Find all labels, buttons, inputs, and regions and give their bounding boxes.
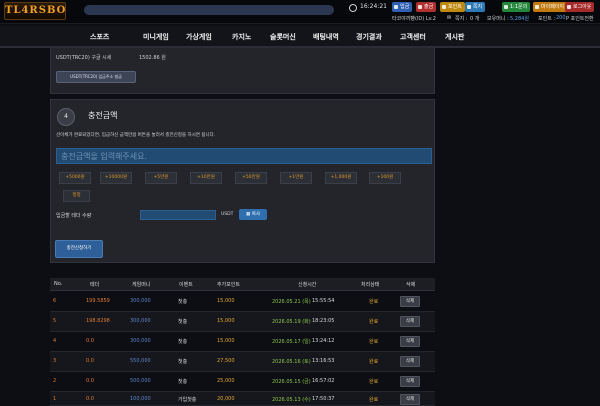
mypage-button[interactable]: 마이페이지: [533, 2, 568, 12]
col-tether: 테더: [90, 282, 100, 288]
col-no: No.: [54, 281, 63, 287]
amount-button-10000[interactable]: +10000원: [100, 172, 132, 184]
charge-title: 충전금액: [88, 111, 118, 120]
col-time: 신청시간: [298, 282, 317, 288]
delete-button[interactable]: 삭제: [400, 316, 420, 327]
nav-support[interactable]: 고객센터: [400, 32, 426, 42]
amount-button-500000[interactable]: +50만원: [235, 172, 267, 184]
envelope-icon: ✉: [447, 15, 452, 21]
amount-button-5000[interactable]: +5000원: [59, 172, 91, 184]
nav-results[interactable]: 경기결과: [356, 32, 382, 42]
balance-label: 보유머니 :: [487, 16, 509, 22]
table-row: 5 198.8298 300,000 첫충 15,000 2026.05.19 …: [50, 312, 435, 332]
inquiry-icon: [504, 5, 508, 9]
col-bonus: 추가포인트: [217, 282, 241, 288]
balance-value: 5,284원: [510, 16, 529, 22]
amount-button-100000[interactable]: +10만원: [190, 172, 222, 184]
nav-bet-history[interactable]: 배팅내역: [313, 32, 339, 42]
memo-label: 쪽지 :: [455, 16, 468, 22]
usdt-rate-panel: USDT(TRC20) 구글 시세 1502.86 원 USDT(TRC20) …: [50, 48, 435, 94]
table-row: 2 0.0 500,000 첫충 25,000 2026.05.15 (금) 1…: [50, 372, 435, 392]
logout-icon: [567, 5, 571, 9]
withdraw-icon: [418, 5, 422, 9]
delete-button[interactable]: 삭제: [400, 336, 420, 347]
site-logo[interactable]: TL4RSBO: [4, 2, 66, 20]
amount-reset-button[interactable]: 정정: [63, 190, 90, 202]
issue-address-button[interactable]: USDT(TRC20) 입금주소 발급: [56, 71, 136, 83]
amount-button-50000[interactable]: +5만원: [145, 172, 177, 184]
user-name: 타코야끼빵(ID) Lv.2: [392, 16, 436, 22]
point-label: 포인트 :: [538, 16, 556, 22]
clock-icon: [349, 4, 357, 12]
clock-time: 16:24:21: [360, 3, 387, 10]
usdt-unit-label: USDT: [221, 212, 234, 217]
delete-button[interactable]: 삭제: [400, 356, 420, 367]
point-convert-link[interactable]: P 포인트전환: [566, 15, 594, 22]
col-status: 처리상태: [361, 282, 380, 288]
amount-button-1000[interactable]: +1,000원: [325, 172, 357, 184]
memo-icon: [467, 5, 471, 9]
memo-count[interactable]: 0 개: [470, 15, 479, 22]
inquiry-button[interactable]: 1:1문의: [502, 2, 531, 12]
point-button[interactable]: 포인트: [440, 2, 465, 12]
nav-virtual[interactable]: 가상게임: [186, 32, 212, 42]
point-value: 200: [556, 15, 566, 21]
usdt-rate-value: 1502.86 원: [139, 55, 166, 61]
main-nav: 스포츠 미니게임 가상게임 카지노 슬롯머신 배팅내역 경기결과 고객센터 게시…: [0, 26, 600, 48]
usdt-rate-label: USDT(TRC20) 구글 시세: [56, 55, 112, 61]
table-row: 6 199.5859 300,000 첫충 15,000 2026.05.21 …: [50, 292, 435, 312]
delete-button[interactable]: 삭제: [400, 394, 420, 405]
logout-button[interactable]: 로그아웃: [565, 2, 595, 12]
point-icon: [442, 5, 446, 9]
col-delete: 삭제: [406, 282, 416, 288]
col-event: 이벤트: [179, 282, 193, 288]
copy-button[interactable]: ▦ 복사: [239, 209, 267, 220]
col-money: 게임머니: [132, 282, 151, 288]
memo-button[interactable]: 쪽지: [465, 2, 486, 12]
charge-panel: 4 충전금액 선이체가 완료되었다면, 입금하신 금액만큼 버튼을 눌러서 충전…: [50, 99, 435, 263]
table-row: 3 0.0 550,000 첫충 27,500 2026.05.16 (토) 1…: [50, 352, 435, 372]
table-row: 1 0.0 100,000 가입첫충 20,000 2026.05.13 (수)…: [50, 392, 435, 406]
nav-board[interactable]: 게시판: [445, 32, 464, 42]
tether-amount-input[interactable]: [140, 210, 216, 220]
table-row: 4 0.0 300,000 첫충 15,000 2026.05.17 (일) 1…: [50, 332, 435, 352]
top-bar: TL4RSBO 16:24:21 입금 출금 포인트 쪽지 1:1문의 마이페이…: [0, 0, 600, 24]
nav-slot[interactable]: 슬롯머신: [270, 32, 296, 42]
charge-amount-input[interactable]: [56, 148, 432, 164]
nav-sports[interactable]: 스포츠: [90, 32, 109, 42]
withdraw-button[interactable]: 출금: [416, 2, 437, 12]
notice-ticker: [84, 5, 334, 15]
nav-minigame[interactable]: 미니게임: [143, 32, 169, 42]
step-number: 4: [57, 108, 75, 126]
charge-description: 선이체가 완료되었다면, 입금하신 금액만큼 버튼을 눌러서 충전신청을 하시면…: [56, 133, 216, 138]
nav-casino[interactable]: 카지노: [232, 32, 251, 42]
delete-button[interactable]: 삭제: [400, 296, 420, 307]
amount-button-10000b[interactable]: +1만원: [280, 172, 312, 184]
mypage-icon: [535, 5, 539, 9]
deposit-icon: [394, 5, 398, 9]
tether-amount-label: 입금할 테더 수량: [56, 213, 92, 219]
delete-button[interactable]: 삭제: [400, 376, 420, 387]
amount-button-100[interactable]: +100원: [369, 172, 401, 184]
charge-submit-button[interactable]: 충전신청하기: [55, 240, 103, 258]
history-table-header: No. 테더 게임머니 이벤트 추가포인트 신청시간 처리상태 삭제: [50, 278, 435, 291]
deposit-button[interactable]: 입금: [392, 2, 413, 12]
